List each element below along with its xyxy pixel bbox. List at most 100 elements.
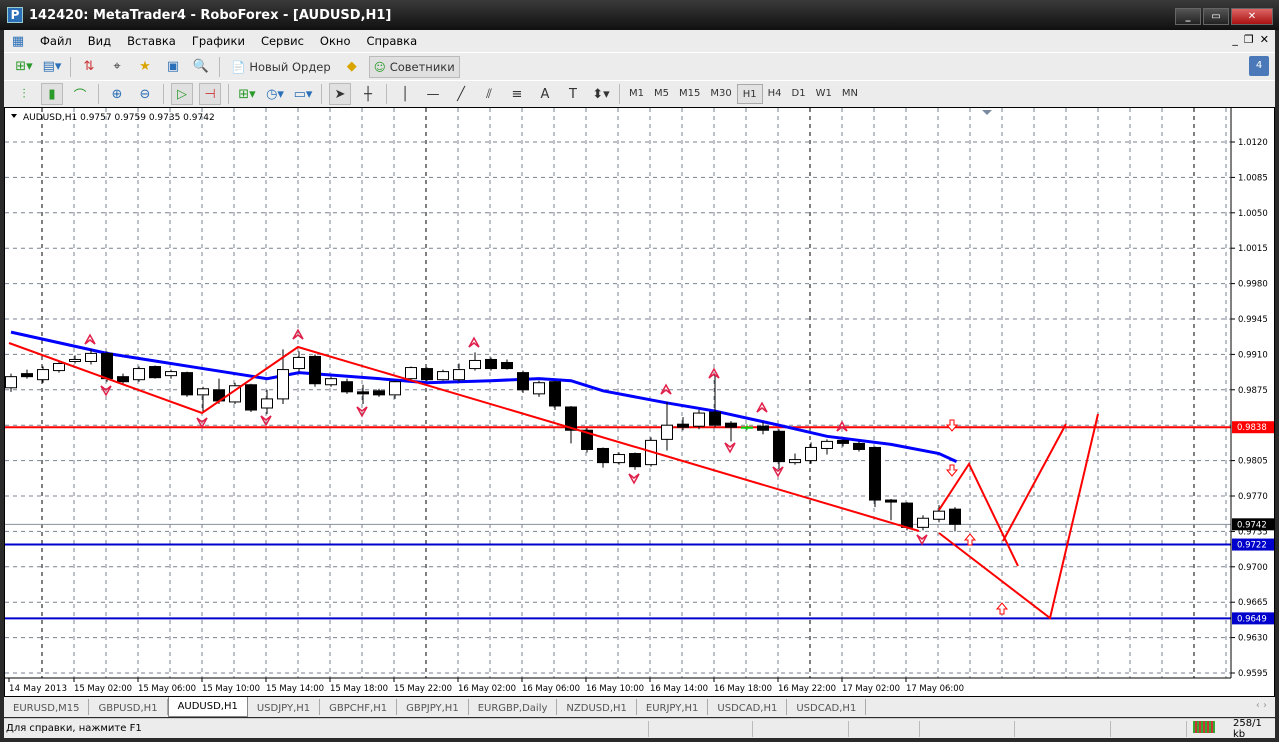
mdi-close-button[interactable]: ✕ bbox=[1260, 33, 1269, 46]
text-icon[interactable]: A bbox=[534, 83, 556, 105]
menu-insert[interactable]: Вставка bbox=[119, 34, 184, 48]
fractal-up-icon bbox=[756, 401, 768, 413]
fractal-up-icon bbox=[468, 336, 480, 348]
close-button[interactable]: ✕ bbox=[1231, 8, 1273, 25]
bearish-candle bbox=[117, 376, 129, 383]
chart-shift-marker-icon[interactable] bbox=[982, 110, 992, 115]
bullish-candle bbox=[261, 398, 273, 409]
moving-average-line bbox=[10, 330, 958, 463]
horizontal-line-icon[interactable]: — bbox=[422, 83, 444, 105]
bullish-candle bbox=[789, 459, 801, 464]
crosshair-icon[interactable]: ┼ bbox=[357, 83, 379, 105]
new-order-button[interactable]: 📄 Новый Ордер bbox=[227, 56, 335, 78]
menu-window[interactable]: Окно bbox=[312, 34, 359, 48]
bullish-candle bbox=[53, 363, 65, 372]
chart-tab[interactable]: GBPCHF,H1 bbox=[320, 699, 398, 715]
time-label: 17 May 02:00 bbox=[842, 684, 900, 694]
chart-tab[interactable]: EURUSD,M15 bbox=[4, 699, 90, 715]
fractal-up-icon bbox=[292, 328, 304, 340]
candlestick-icon[interactable]: ▮ bbox=[41, 83, 63, 105]
trendline-icon[interactable]: ╱ bbox=[450, 83, 472, 105]
menu-view[interactable]: Вид bbox=[80, 34, 119, 48]
chart-tab[interactable]: USDJPY,H1 bbox=[248, 699, 321, 715]
periods-icon[interactable]: ◷▾ bbox=[264, 83, 286, 105]
menu-tools[interactable]: Сервис bbox=[253, 34, 312, 48]
market-watch-icon[interactable]: ⇅ bbox=[78, 56, 100, 78]
maximize-button[interactable]: ▭ bbox=[1203, 8, 1229, 25]
chart-tab[interactable]: USDCAD,H1 bbox=[787, 699, 867, 715]
cursor-icon[interactable]: ➤ bbox=[329, 83, 351, 105]
bullish-candle bbox=[165, 371, 177, 377]
terminal-icon[interactable]: ▣ bbox=[162, 56, 184, 78]
timeframe-d1[interactable]: D1 bbox=[787, 84, 811, 104]
indicators-icon[interactable]: ⊞▾ bbox=[236, 83, 258, 105]
bullish-candle bbox=[293, 356, 305, 370]
price-chart[interactable]: 1.0120 1.0085 1.0050 1.0015 0.9980 0.9945 0.99… bbox=[5, 108, 1274, 696]
menu-file[interactable]: Файл bbox=[32, 34, 80, 48]
bullish-candle bbox=[405, 367, 417, 380]
experts-badge[interactable]: 4 bbox=[1249, 56, 1269, 76]
auto-scroll-icon[interactable]: ▷ bbox=[171, 83, 193, 105]
arrow-down-icon bbox=[945, 419, 959, 432]
timeframe-m30[interactable]: M30 bbox=[705, 84, 736, 104]
chart-window[interactable]: 1.0120 1.0085 1.0050 1.0015 0.9980 0.9945 0.99… bbox=[4, 107, 1275, 697]
text-label-icon[interactable]: T bbox=[562, 83, 584, 105]
timeframe-m1[interactable]: M1 bbox=[624, 84, 649, 104]
chart-tab[interactable]: NZDUSD,H1 bbox=[557, 699, 637, 715]
menu-charts[interactable]: Графики bbox=[184, 34, 253, 48]
timeframe-m15[interactable]: M15 bbox=[674, 84, 705, 104]
experts-button[interactable]: ☺ Советники bbox=[368, 55, 460, 78]
chart-tab[interactable]: AUDUSD,H1 bbox=[167, 697, 248, 717]
line-chart-icon[interactable]: ⌒ bbox=[69, 83, 91, 105]
arrows-icon[interactable]: ⬍▾ bbox=[590, 83, 612, 105]
price-label: 0.9630 bbox=[1238, 634, 1268, 644]
window-title: 142420: MetaTrader4 - RoboForex - [AUDUS… bbox=[29, 7, 392, 23]
timeframe-m5[interactable]: M5 bbox=[649, 84, 674, 104]
bearish-candle bbox=[21, 373, 33, 378]
timeframe-h4[interactable]: H4 bbox=[763, 84, 787, 104]
menu-help[interactable]: Справка bbox=[358, 34, 425, 48]
bar-chart-icon[interactable]: ⫶ bbox=[13, 83, 35, 105]
title-bar: P 142420: MetaTrader4 - RoboForex - [AUD… bbox=[0, 0, 1279, 30]
price-label: 0.9875 bbox=[1238, 386, 1268, 396]
zoom-out-icon[interactable]: ⊖ bbox=[134, 83, 156, 105]
zoom-in-icon[interactable]: ⊕ bbox=[106, 83, 128, 105]
price-label: 0.9945 bbox=[1238, 315, 1268, 325]
navigator-icon[interactable]: ★ bbox=[134, 56, 156, 78]
timeframe-mn[interactable]: MN bbox=[837, 84, 863, 104]
new-chart-icon[interactable]: ⊞▾ bbox=[13, 56, 35, 78]
mdi-restore-button[interactable]: ❐ bbox=[1244, 33, 1254, 46]
chart-tab[interactable]: GBPUSD,H1 bbox=[89, 699, 168, 715]
chart-menu-triangle-icon[interactable] bbox=[11, 114, 17, 118]
chart-tab[interactable]: USDCAD,H1 bbox=[708, 699, 788, 715]
arrow-down-icon bbox=[945, 464, 959, 477]
bearish-candle bbox=[837, 439, 849, 444]
projection-line-b bbox=[1002, 423, 1067, 542]
chart-tab[interactable]: EURJPY,H1 bbox=[637, 699, 709, 715]
bullish-candle bbox=[741, 426, 753, 429]
tab-scroll-arrows[interactable]: ‹ › bbox=[1256, 700, 1267, 711]
chart-tab[interactable]: GBPJPY,H1 bbox=[397, 699, 469, 715]
bearish-candle bbox=[149, 366, 161, 379]
templates-icon[interactable]: ▭▾ bbox=[292, 83, 314, 105]
data-window-icon[interactable]: ⌖ bbox=[106, 56, 128, 78]
minimize-button[interactable]: _ bbox=[1175, 8, 1201, 25]
bearish-candle bbox=[725, 422, 737, 428]
timeframe-h1[interactable]: H1 bbox=[736, 84, 763, 104]
bullish-candle bbox=[533, 382, 545, 395]
fibonacci-icon[interactable]: ≡ bbox=[506, 83, 528, 105]
bullish-candle bbox=[133, 368, 145, 381]
mdi-minimize-button[interactable]: _ bbox=[1232, 33, 1238, 46]
alert-icon[interactable]: ◆ bbox=[341, 56, 363, 78]
timeframe-w1[interactable]: W1 bbox=[811, 84, 837, 104]
price-tag-label: 0.9649 bbox=[1237, 614, 1267, 624]
chart-tab[interactable]: EURGBP,Daily bbox=[469, 699, 558, 715]
price-label: 1.0120 bbox=[1238, 138, 1268, 148]
chart-shift-icon[interactable]: ⊣ bbox=[199, 83, 221, 105]
profiles-icon[interactable]: ▤▾ bbox=[41, 56, 63, 78]
equidistant-channel-icon[interactable]: ⫽ bbox=[478, 83, 500, 105]
vertical-line-icon[interactable]: │ bbox=[394, 83, 416, 105]
strategy-tester-icon[interactable]: 🔍 bbox=[190, 56, 212, 78]
app-icon: P bbox=[7, 7, 23, 23]
chart-window-icon[interactable]: ▦ bbox=[7, 30, 29, 52]
